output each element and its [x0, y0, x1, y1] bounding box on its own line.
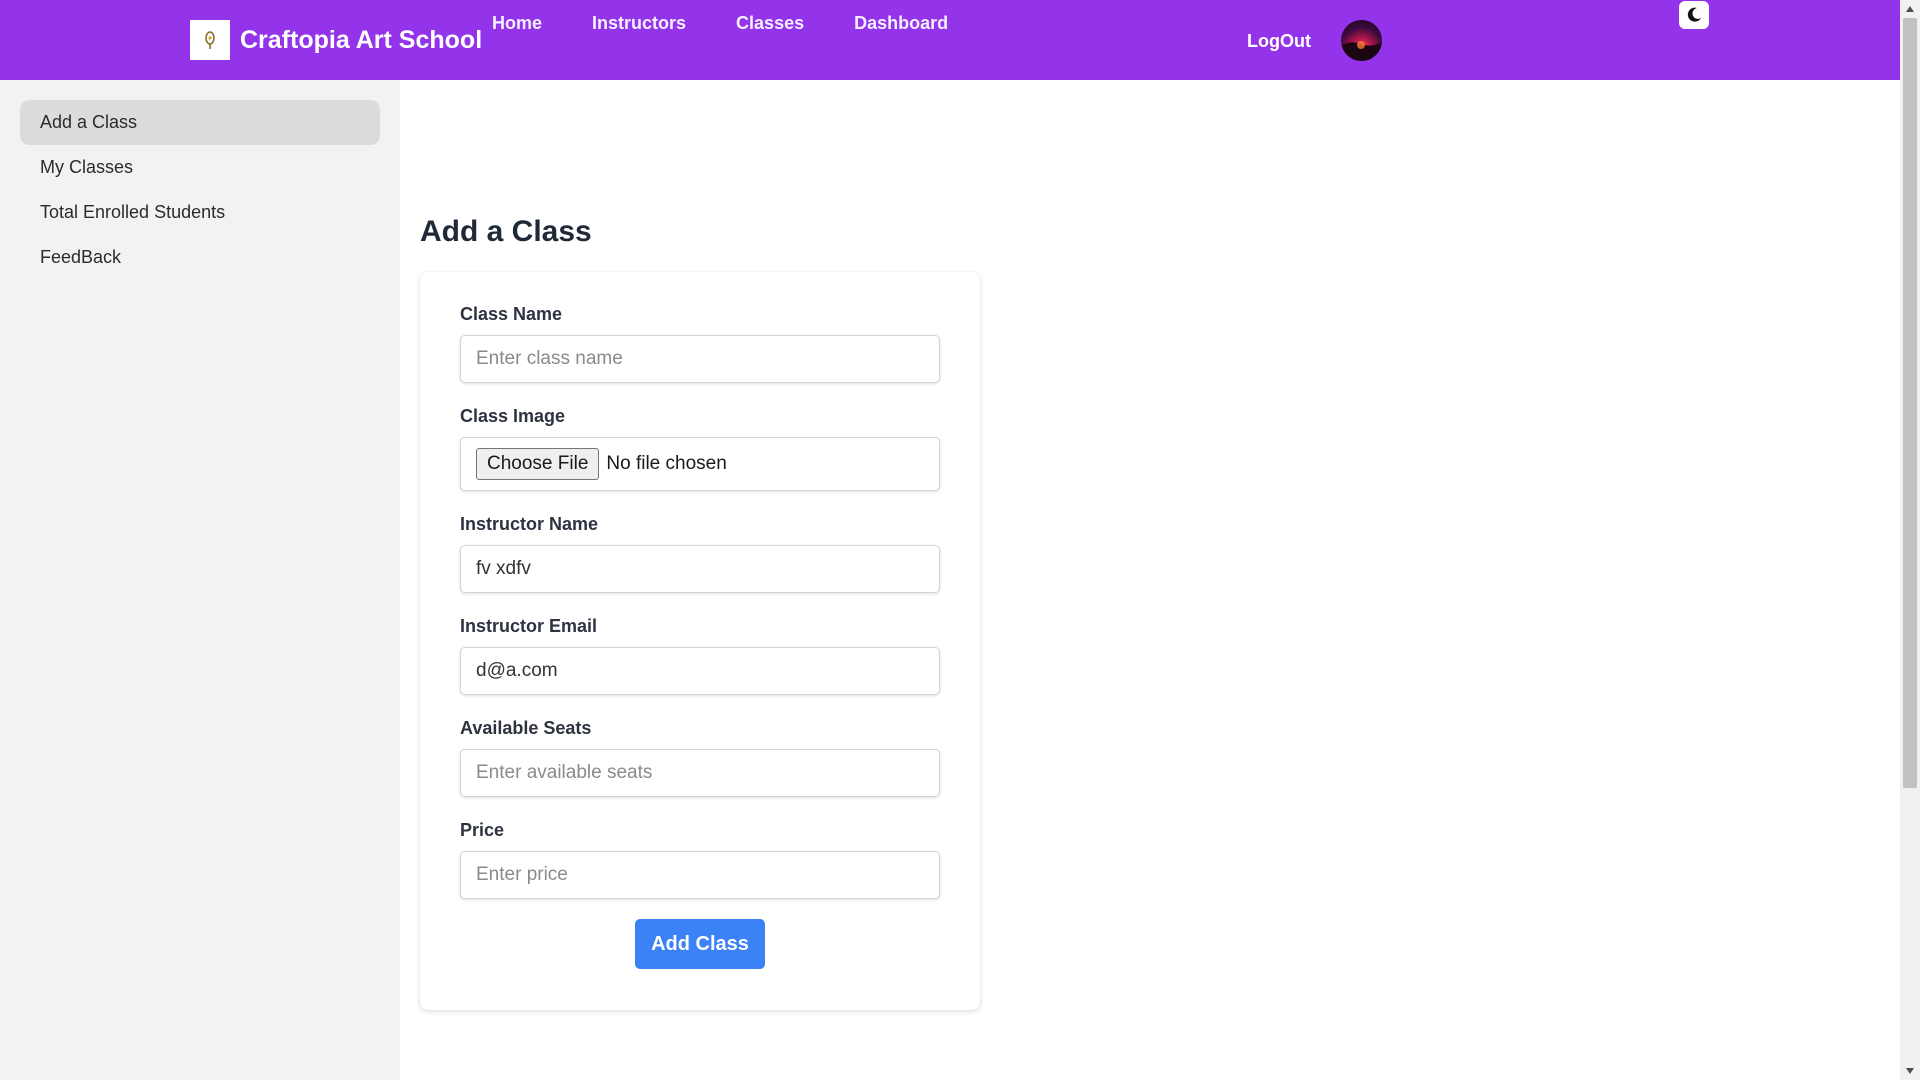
- nav-home[interactable]: Home: [492, 13, 542, 34]
- instructor-name-label: Instructor Name: [460, 514, 599, 534]
- main-nav: Home Instructors Classes Dashboard: [492, 13, 998, 34]
- nav-instructors[interactable]: Instructors: [592, 13, 686, 34]
- page-title: Add a Class: [420, 215, 592, 248]
- moon-icon[interactable]: [1679, 1, 1709, 29]
- scroll-down-arrow-icon[interactable]: [1900, 1062, 1920, 1080]
- page-scrollbar[interactable]: [1900, 0, 1920, 1080]
- nav-dashboard[interactable]: Dashboard: [854, 13, 948, 34]
- user-avatar[interactable]: [1341, 20, 1382, 61]
- sidebar: Add a Class My Classes Total Enrolled St…: [0, 80, 400, 1080]
- available-seats-label: Available Seats: [460, 718, 592, 738]
- class-image-label: Class Image: [460, 406, 566, 426]
- sidebar-item-enrolled-students[interactable]: Total Enrolled Students: [20, 190, 380, 235]
- price-label: Price: [460, 820, 505, 840]
- brush-icon: [190, 20, 230, 60]
- brand[interactable]: Craftopia Art School: [190, 20, 482, 60]
- add-class-form: Class Name Class Image Choose File No fi…: [420, 272, 980, 1010]
- file-status: No file chosen: [606, 453, 727, 474]
- choose-file-button[interactable]: Choose File: [476, 448, 600, 480]
- price-input[interactable]: [460, 851, 940, 899]
- instructor-email-input[interactable]: [460, 647, 940, 695]
- instructor-email-label: Instructor Email: [460, 616, 598, 636]
- class-image-file-input[interactable]: Choose File No file chosen: [460, 437, 940, 491]
- available-seats-input[interactable]: [460, 749, 940, 797]
- sidebar-item-feedback[interactable]: FeedBack: [20, 235, 380, 280]
- instructor-name-input[interactable]: [460, 545, 940, 593]
- sidebar-item-my-classes[interactable]: My Classes: [20, 145, 380, 190]
- scrollbar-thumb[interactable]: [1903, 18, 1917, 788]
- logout-button[interactable]: LogOut: [1247, 31, 1311, 52]
- brand-name: Craftopia Art School: [240, 25, 483, 54]
- top-navbar: Craftopia Art School Home Instructors Cl…: [0, 0, 1900, 80]
- scroll-up-arrow-icon[interactable]: [1900, 0, 1920, 18]
- class-name-label: Class Name: [460, 304, 563, 324]
- add-class-button[interactable]: Add Class: [635, 919, 765, 969]
- nav-classes[interactable]: Classes: [736, 13, 804, 34]
- class-name-input[interactable]: [460, 335, 940, 383]
- sidebar-item-add-class[interactable]: Add a Class: [20, 100, 380, 145]
